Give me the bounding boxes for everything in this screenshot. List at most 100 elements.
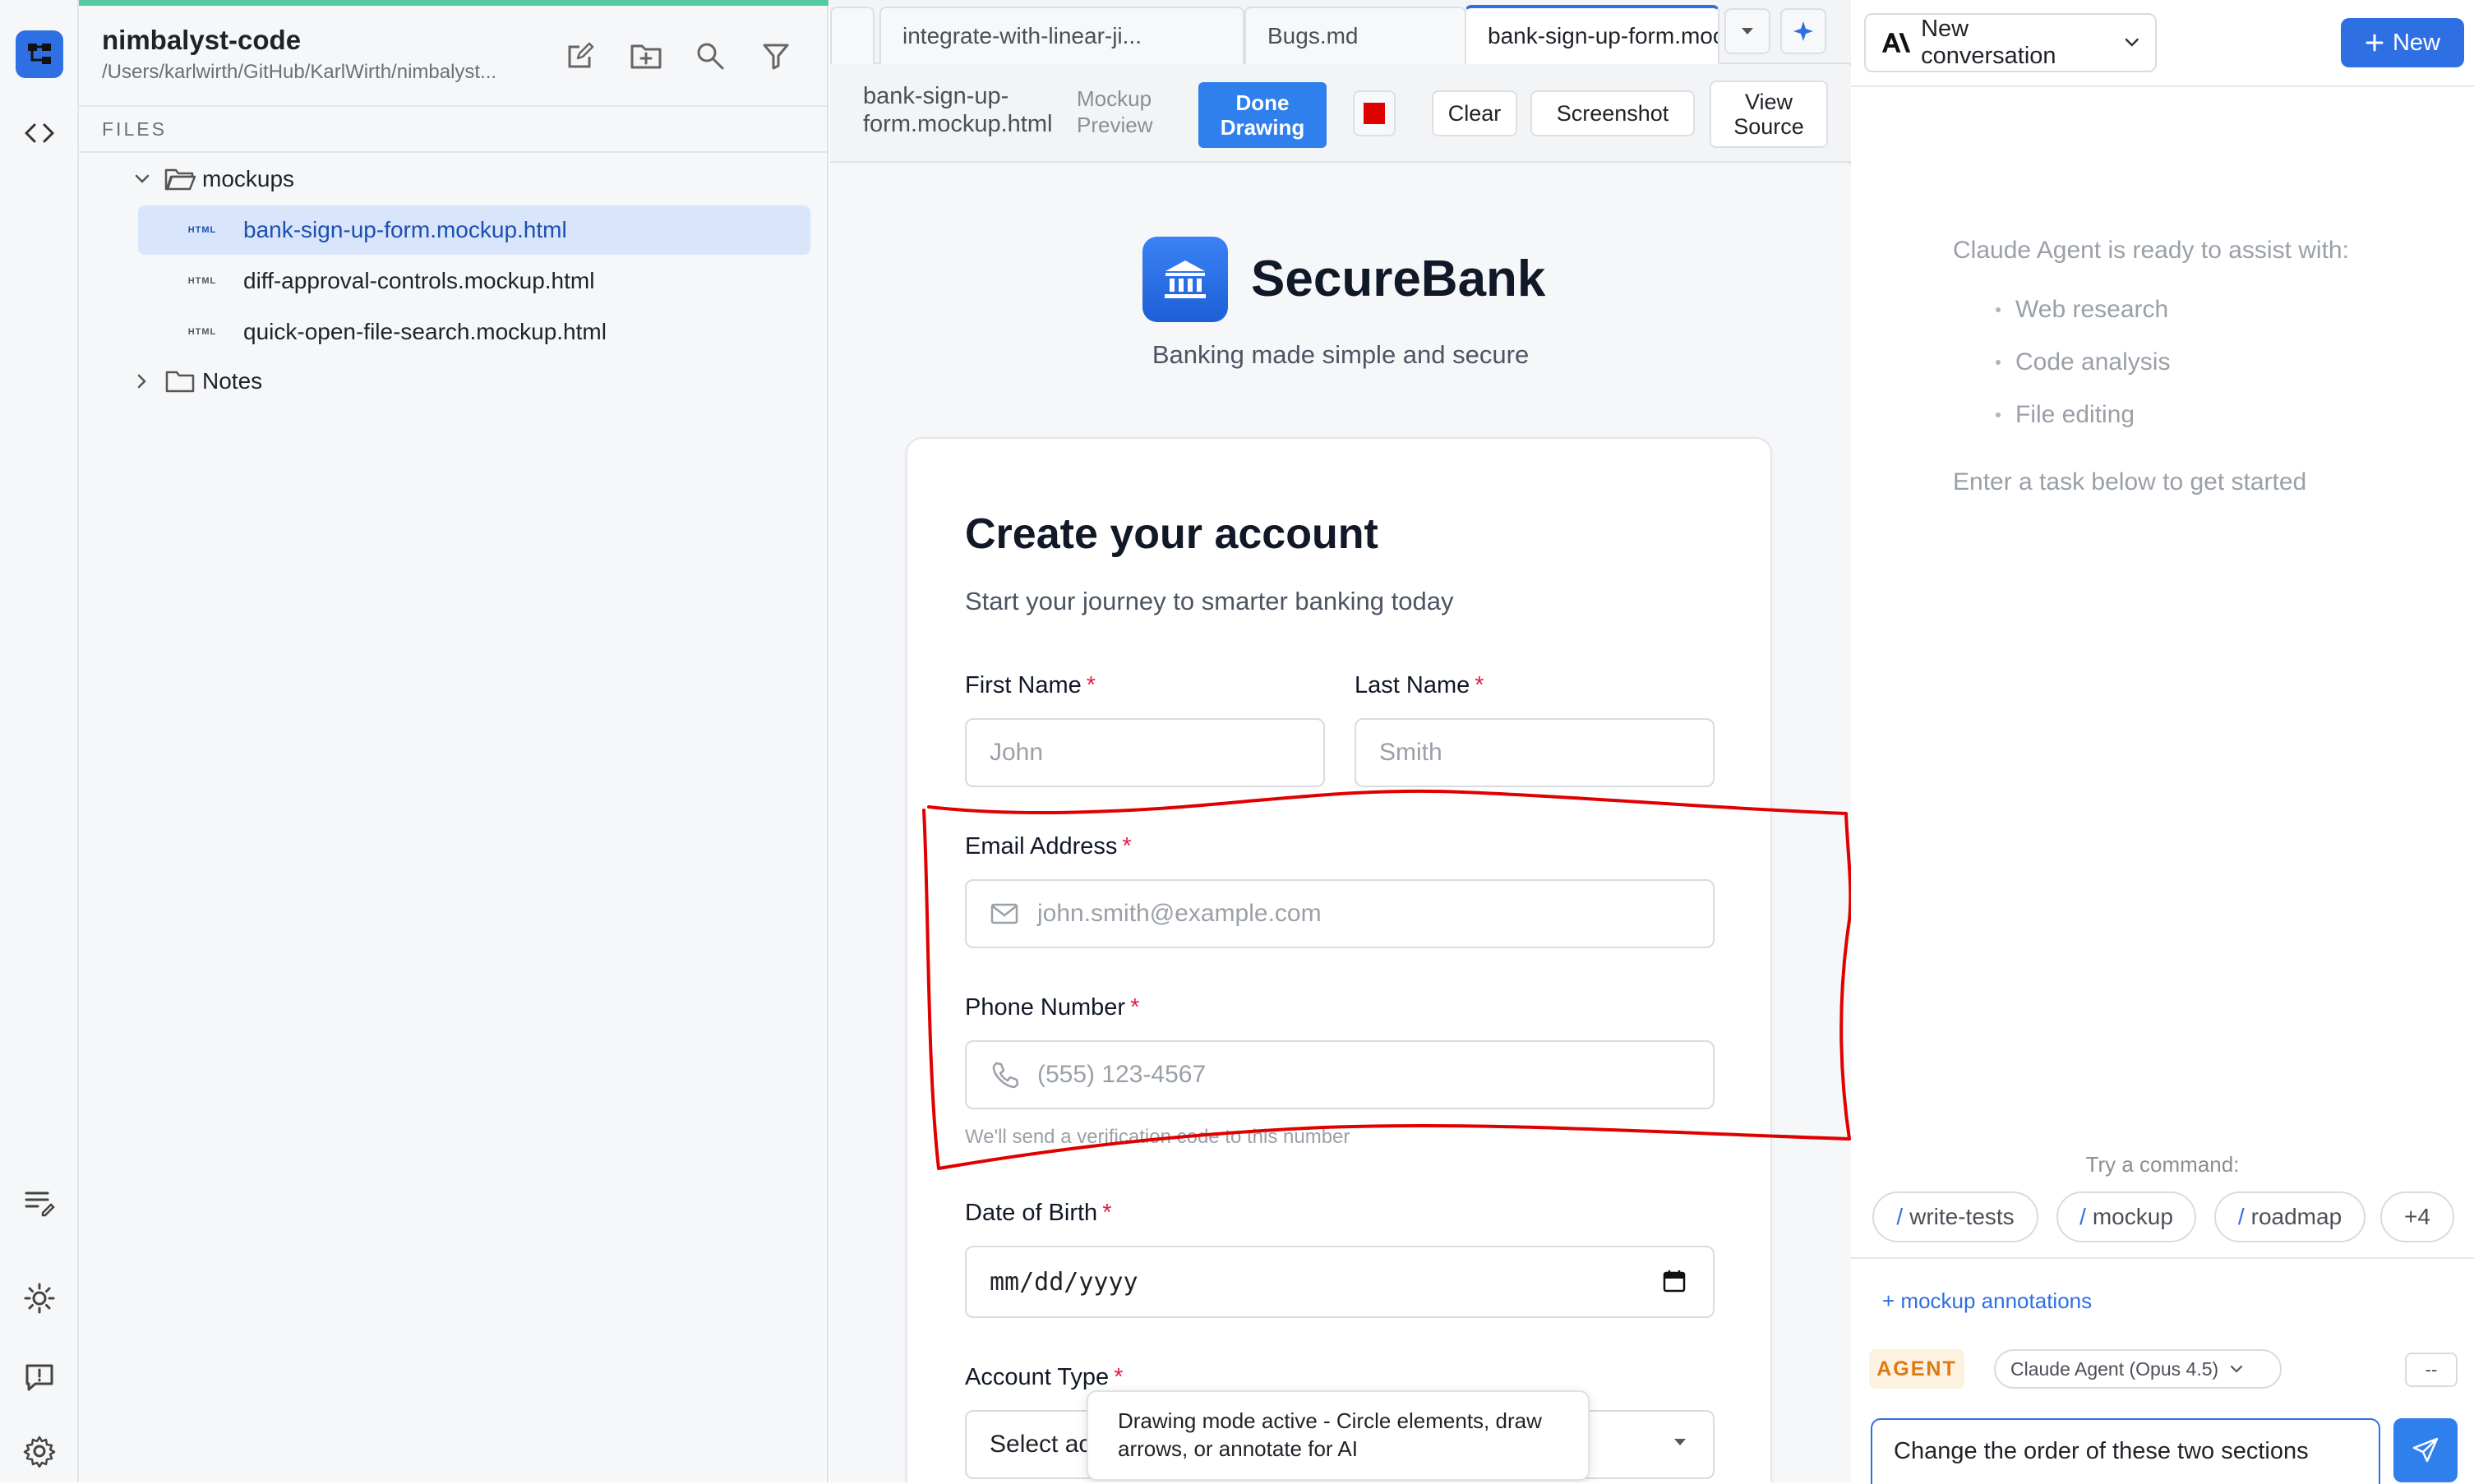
command-chip-more[interactable]: +4 (2380, 1191, 2454, 1242)
tab-bugs[interactable]: Bugs.md (1244, 7, 1466, 64)
required-mark: * (1130, 994, 1140, 1021)
required-mark: * (1086, 672, 1096, 698)
command-label: roadmap (2250, 1204, 2342, 1229)
file-label: bank-sign-up-form.mockup.html (243, 217, 567, 242)
file-label: diff-approval-controls.mockup.html (243, 268, 595, 293)
mockup-annotations-link[interactable]: + mockup annotations (1882, 1288, 2092, 1314)
tab-partial[interactable] (830, 7, 875, 64)
agent-header: New conversation New (1851, 0, 2474, 87)
capability-label: Web research (2015, 296, 2169, 323)
model-label: Claude Agent (Opus 4.5) (2010, 1357, 2219, 1380)
folder-label: Notes (202, 368, 263, 394)
phone-placeholder: (555) 123-4567 (1037, 1061, 1207, 1088)
files-section-label: FILES (102, 118, 167, 140)
label-text: Email Address (965, 833, 1118, 860)
ai-sparkle-icon[interactable] (1780, 8, 1826, 54)
brand-tagline: Banking made simple and secure (1152, 340, 1530, 369)
feedback-icon[interactable] (0, 1344, 79, 1410)
toolbar-filename: bank-sign-up-form.mockup.html (863, 83, 1053, 137)
email-placeholder: john.smith@example.com (1037, 900, 1322, 927)
clear-button[interactable]: Clear (1432, 90, 1517, 136)
command-chip-roadmap[interactable]: / roadmap (2214, 1191, 2366, 1242)
empty-state-intro: Claude Agent is ready to assist with: (1953, 237, 2349, 264)
chevron-right-icon (127, 357, 158, 406)
required-mark: * (1114, 1364, 1124, 1390)
plus-icon (2366, 34, 2384, 52)
account-type-label: Account Type * (965, 1364, 1124, 1391)
dob-label: Date of Birth * (965, 1200, 1111, 1227)
file-tree-icon (16, 30, 63, 78)
signup-card: Create your account Start your journey t… (906, 437, 1772, 1482)
theme-sun-icon[interactable] (0, 1265, 79, 1331)
view-source-button[interactable]: View Source (1710, 81, 1828, 148)
model-select[interactable]: Claude Agent (Opus 4.5) (1994, 1349, 2282, 1389)
last-name-label: Last Name * (1355, 672, 1484, 699)
files-view-button[interactable] (0, 21, 79, 87)
editor-area: integrate-with-linear-ji... Bugs.md bank… (830, 0, 1851, 1482)
dob-input[interactable]: mm/dd/yyyy (965, 1246, 1715, 1318)
conversation-select[interactable]: New conversation (1864, 13, 2157, 72)
file-item-diff-approval-controls[interactable]: HTML diff-approval-controls.mockup.html (138, 256, 810, 306)
search-icon[interactable] (690, 36, 730, 76)
phone-icon (992, 1062, 1019, 1089)
try-command-label: Try a command: (2085, 1152, 2240, 1177)
email-input[interactable]: john.smith@example.com (965, 879, 1715, 948)
label-text: Date of Birth (965, 1200, 1098, 1226)
capability-item: Web research (1996, 296, 2168, 324)
tab-list-chevron-down-icon[interactable] (1724, 8, 1770, 54)
explorer-accent-bar (79, 0, 829, 6)
new-folder-icon[interactable] (626, 36, 666, 76)
divider (79, 151, 827, 153)
done-drawing-button[interactable]: Done Drawing (1198, 82, 1327, 148)
chevron-down-icon (1674, 1439, 1686, 1445)
phone-label: Phone Number * (965, 994, 1139, 1021)
command-label: mockup (2092, 1204, 2173, 1229)
html-file-icon: HTML (187, 225, 217, 235)
required-mark: * (1475, 672, 1484, 698)
folder-notes[interactable]: Notes (127, 357, 262, 406)
phone-input[interactable]: (555) 123-4567 (965, 1040, 1715, 1109)
new-file-icon[interactable] (561, 36, 600, 76)
command-chip-mockup[interactable]: / mockup (2056, 1191, 2196, 1242)
html-file-icon: HTML (187, 327, 217, 337)
capability-label: File editing (2015, 401, 2135, 428)
required-mark: * (1122, 833, 1132, 860)
label-text: Account Type (965, 1364, 1110, 1390)
tab-integrate-with-linear[interactable]: integrate-with-linear-ji... (879, 7, 1244, 64)
pen-color-picker[interactable] (1353, 90, 1396, 136)
send-icon (2412, 1437, 2439, 1463)
bullet-dot (1996, 412, 2001, 417)
project-path: /Users/karlwirth/GitHub/KarlWirth/nimbal… (102, 61, 497, 83)
chevron-down-icon (127, 154, 158, 204)
file-explorer: nimbalyst-code /Users/karlwirth/GitHub/K… (79, 0, 829, 1482)
file-item-quick-open-file-search[interactable]: HTML quick-open-file-search.mockup.html (138, 307, 810, 357)
notes-edit-icon[interactable] (0, 1170, 79, 1236)
label-text: Phone Number (965, 994, 1126, 1021)
filter-icon[interactable] (756, 36, 796, 76)
conversation-label: New conversation (1921, 16, 2056, 69)
first-name-input[interactable]: John (965, 718, 1325, 787)
first-name-label: First Name * (965, 672, 1096, 699)
slash: / (1896, 1204, 1904, 1229)
email-label: Email Address * (965, 833, 1132, 860)
code-view-icon[interactable] (0, 100, 79, 166)
project-name: nimbalyst-code (102, 25, 302, 55)
command-chip-write-tests[interactable]: / write-tests (1872, 1191, 2038, 1242)
calendar-icon[interactable] (1662, 1269, 1687, 1293)
screenshot-button[interactable]: Screenshot (1530, 90, 1695, 136)
folder-mockups[interactable]: mockups (127, 154, 294, 204)
last-name-input[interactable]: Smith (1355, 718, 1715, 787)
bullet-dot (1996, 360, 2001, 365)
capability-label: Code analysis (2015, 348, 2171, 376)
new-conversation-button[interactable]: New (2341, 18, 2464, 67)
send-button[interactable] (2393, 1418, 2458, 1482)
agent-panel: New conversation New Claude Agent is rea… (1851, 0, 2474, 1484)
tab-bank-sign-up-form[interactable]: bank-sign-up-form.mockup.html (1465, 5, 1719, 64)
settings-gear-icon[interactable] (0, 1418, 79, 1484)
prompt-input[interactable]: Change the order of these two sections (1871, 1418, 2380, 1484)
options-button[interactable]: -- (2405, 1353, 2458, 1387)
required-mark: * (1102, 1200, 1112, 1226)
file-item-bank-sign-up-form[interactable]: HTML bank-sign-up-form.mockup.html (138, 205, 810, 255)
tab-bar: integrate-with-linear-ji... Bugs.md bank… (830, 0, 1851, 64)
agent-mode-badge[interactable]: AGENT (1869, 1349, 1964, 1389)
